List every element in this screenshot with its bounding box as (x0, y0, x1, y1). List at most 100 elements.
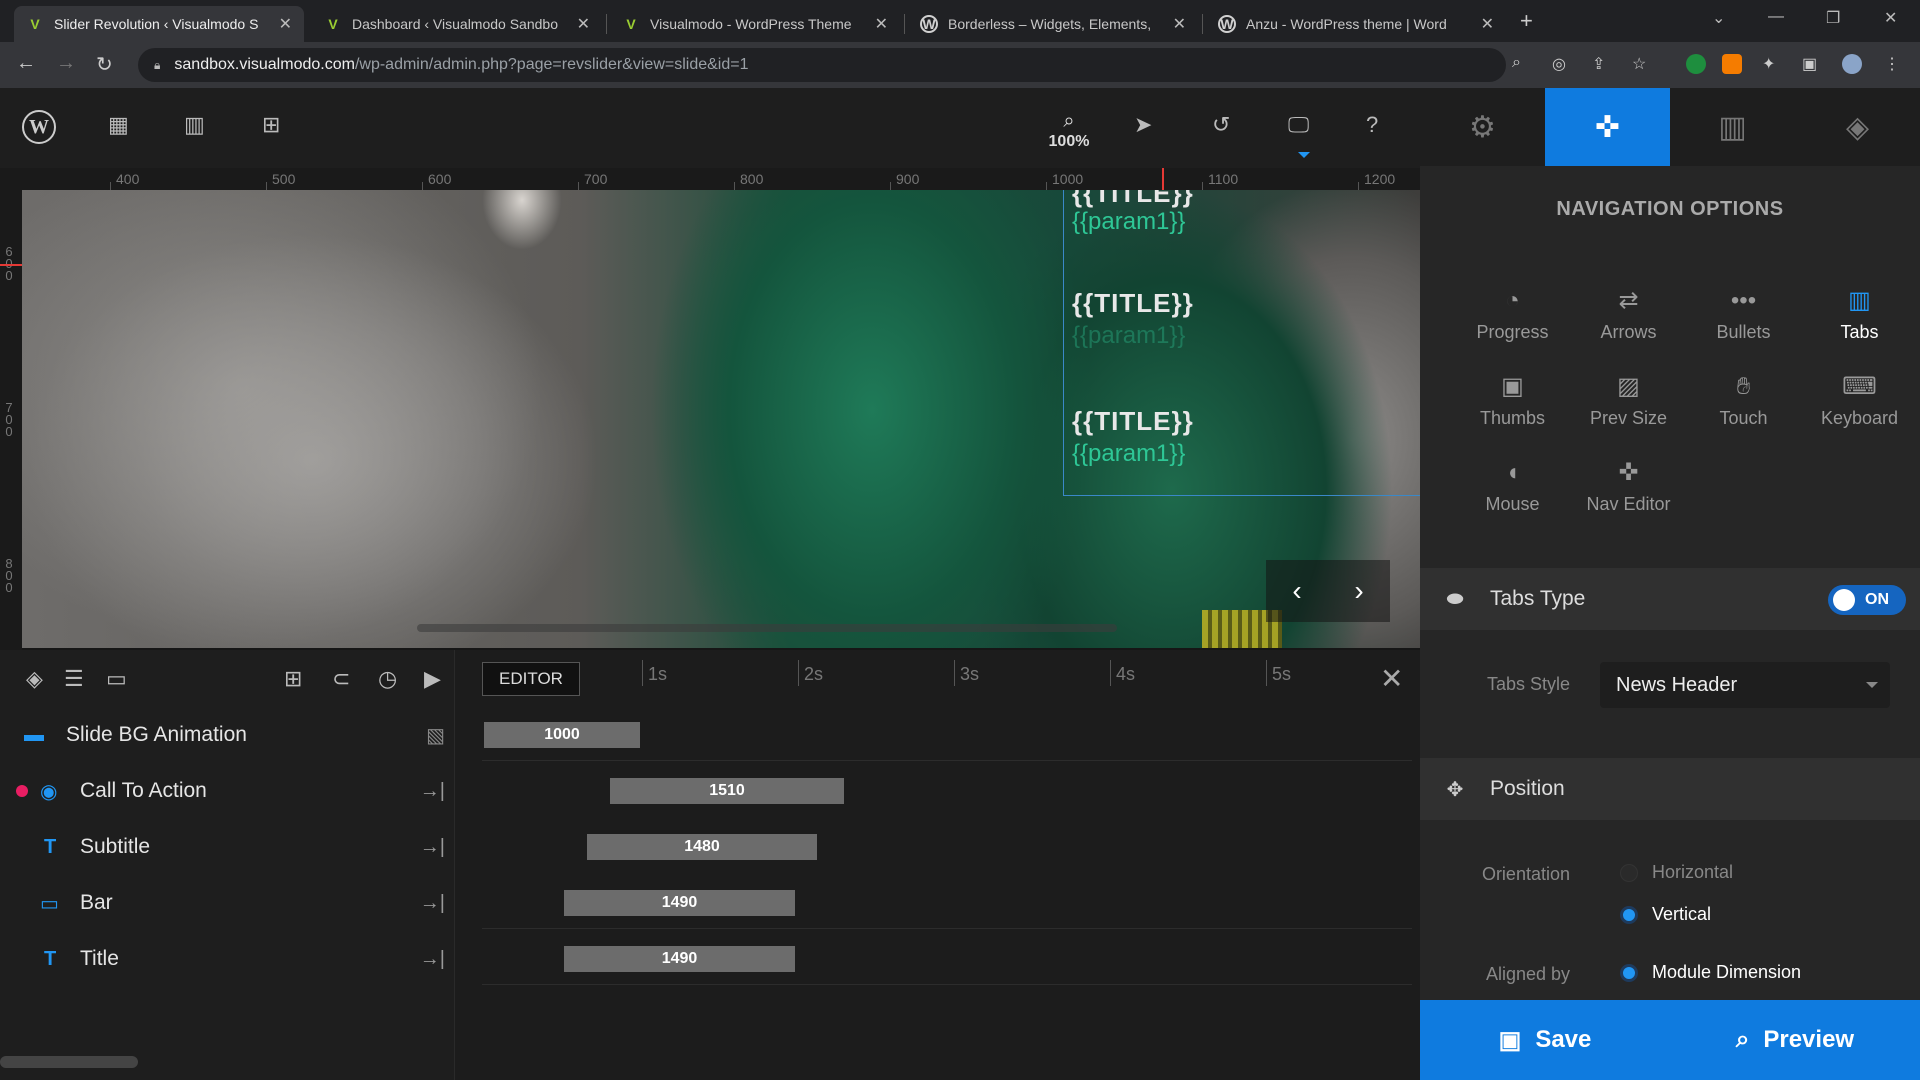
tab-param-text[interactable]: {{param1}} (1072, 322, 1185, 350)
close-icon[interactable]: ✕ (1380, 662, 1403, 695)
option-nav-editor[interactable]: ✜ Nav Editor (1571, 456, 1686, 515)
chevron-right-icon[interactable]: › (1354, 575, 1363, 607)
minimize-icon[interactable]: — (1768, 8, 1784, 26)
option-touch[interactable]: ✋︎ Touch (1686, 370, 1801, 429)
profile-avatar[interactable] (1842, 54, 1862, 74)
magnet-icon[interactable]: ⊂ (332, 666, 350, 692)
tabs-type-toggle[interactable]: ON (1828, 585, 1906, 615)
mouse-icon: ◖ (1505, 459, 1520, 486)
play-icon[interactable]: ▶ (424, 666, 441, 692)
timeline-bar[interactable]: 1510 (610, 778, 844, 804)
browser-tab-5[interactable]: W Anzu - WordPress theme | Word ✕ (1206, 6, 1506, 42)
desktop-device-icon[interactable]: 🖵 (1288, 112, 1309, 138)
browser-tab-1[interactable]: V Slider Revolution ‹ Visualmodo S ✕ (14, 6, 304, 42)
zoom-control[interactable]: ⌕ 100% (1044, 110, 1094, 151)
canvas-scrollbar[interactable] (417, 624, 1117, 632)
option-tabs[interactable]: ▥ Tabs (1802, 284, 1917, 343)
position-header[interactable]: ✥ Position (1420, 758, 1920, 820)
reload-icon[interactable]: ↻ (96, 52, 113, 77)
add-layer-icon[interactable]: ⊞ (262, 112, 280, 138)
horizontal-scrollbar[interactable] (0, 1056, 138, 1068)
option-mouse[interactable]: ◖ Mouse (1455, 456, 1570, 515)
pointer-icon[interactable]: ➤ (1134, 112, 1152, 138)
editor-toolbar: W ▦ ▥ ⊞ ⌕ 100% ➤ ↺ 🖵 ? (0, 88, 1420, 168)
layer-row[interactable]: ▭ Bar →| (0, 876, 455, 930)
eye-off-icon[interactable]: ◎ (1552, 54, 1566, 74)
radio-horizontal[interactable] (1620, 864, 1638, 882)
url-input[interactable]: 🔒︎ sandbox.visualmodo.com/wp-admin/admin… (138, 48, 1506, 82)
tab-slide-options[interactable]: ▥ (1670, 88, 1795, 166)
new-tab-icon[interactable]: + (1520, 8, 1533, 34)
extension-icon[interactable] (1722, 54, 1742, 74)
timeline-bar[interactable]: 1480 (587, 834, 817, 860)
expand-arrow-icon[interactable]: →| (420, 780, 445, 803)
tab-param-text[interactable]: {{param1}} (1072, 208, 1185, 236)
option-arrows[interactable]: ⇄ Arrows (1571, 284, 1686, 343)
expand-arrow-icon[interactable]: →| (420, 892, 445, 915)
undo-icon[interactable]: ↺ (1212, 112, 1230, 138)
stopwatch-icon[interactable]: ◷ (378, 666, 397, 692)
browser-tab-4[interactable]: W Borderless – Widgets, Elements, ✕ (908, 6, 1198, 42)
wordpress-logo-icon[interactable]: W (22, 110, 56, 144)
tab-title-text[interactable]: {{TITLE}} (1072, 288, 1194, 319)
tab-search-icon[interactable]: ⌄ (1712, 8, 1725, 28)
back-icon[interactable]: ← (16, 52, 36, 75)
grid-icon[interactable]: ▦ (108, 112, 129, 138)
timeline-bar[interactable]: 1490 (564, 890, 795, 916)
close-tab-icon[interactable]: ✕ (577, 14, 590, 34)
close-window-icon[interactable]: ✕ (1884, 8, 1897, 28)
list-icon[interactable]: ☰ (64, 666, 84, 692)
chevron-left-icon[interactable]: ‹ (1292, 575, 1301, 607)
bookmark-star-icon[interactable]: ☆ (1632, 54, 1646, 74)
slide-canvas[interactable]: {{TITLE}} {{param1}} {{TITLE}} {{param1}… (22, 190, 1420, 648)
expand-arrow-icon[interactable]: →| (420, 948, 445, 971)
layer-row[interactable]: ◉ Call To Action →| (0, 764, 455, 818)
radio-module-dimension[interactable] (1620, 964, 1638, 982)
expand-arrow-icon[interactable]: →| (420, 836, 445, 859)
layer-row[interactable]: T Title →| (0, 932, 455, 986)
option-thumbs[interactable]: ▣ Thumbs (1455, 370, 1570, 429)
editor-button[interactable]: EDITOR (482, 662, 580, 696)
puzzle-icon[interactable]: ✦ (1762, 54, 1775, 74)
help-icon[interactable]: ? (1366, 112, 1378, 138)
tabs-style-select[interactable]: News Header (1600, 662, 1890, 708)
close-tab-icon[interactable]: ✕ (279, 14, 292, 34)
zoom-icon[interactable]: ⌕ (1512, 54, 1521, 72)
browser-tab-3[interactable]: V Visualmodo - WordPress Theme ✕ (610, 6, 900, 42)
tab-slider-settings[interactable]: ⚙ (1420, 88, 1545, 166)
option-keyboard[interactable]: ⌨ Keyboard (1802, 370, 1917, 429)
tab-navigation[interactable]: ✜ (1545, 88, 1670, 166)
close-tab-icon[interactable]: ✕ (1481, 14, 1494, 34)
tab-param-text[interactable]: {{param1}} (1072, 440, 1185, 468)
maximize-icon[interactable]: ❐ (1826, 8, 1840, 28)
timeline-bar[interactable]: 1000 (484, 722, 640, 748)
menu-kebab-icon[interactable]: ⋮ (1884, 54, 1900, 74)
close-tab-icon[interactable]: ✕ (875, 14, 888, 34)
forward-icon[interactable]: → (56, 52, 76, 75)
grid-snap-icon[interactable]: ⊞ (284, 666, 302, 692)
save-button[interactable]: ▣ Save (1420, 1000, 1670, 1080)
ruler-label: 1100 (1208, 171, 1239, 187)
layer-row[interactable]: T Subtitle →| (0, 820, 455, 874)
tab-title-text[interactable]: {{TITLE}} (1072, 406, 1194, 437)
option-prev-size[interactable]: ▨ Prev Size (1571, 370, 1686, 429)
image-icon[interactable]: ▧ (426, 723, 445, 748)
tab-title-text[interactable]: {{TITLE}} (1072, 190, 1194, 209)
option-bullets[interactable]: ••• Bullets (1686, 284, 1801, 343)
preview-button[interactable]: ⌕ Preview (1670, 1000, 1920, 1080)
tab-layer-options[interactable]: ◈ (1795, 88, 1920, 166)
radio-vertical[interactable] (1620, 906, 1638, 924)
layers-icon[interactable]: ◈ (26, 666, 43, 692)
ruler-tick (1202, 182, 1203, 190)
close-tab-icon[interactable]: ✕ (1173, 14, 1186, 34)
tabs-type-header[interactable]: ⬬ Tabs Type ON (1420, 568, 1920, 630)
option-progress[interactable]: ◔ Progress (1455, 284, 1570, 343)
grammarly-extension-icon[interactable] (1686, 54, 1706, 74)
browser-tab-2[interactable]: V Dashboard ‹ Visualmodo Sandbo ✕ (312, 6, 602, 42)
layer-row[interactable]: ▬ Slide BG Animation ▧ (0, 708, 455, 762)
slides-icon[interactable]: ▥ (184, 112, 205, 138)
share-icon[interactable]: ⇪ (1592, 54, 1605, 74)
timeline-bar[interactable]: 1490 (564, 946, 795, 972)
sidepanel-icon[interactable]: ▣ (1802, 54, 1817, 74)
folder-icon[interactable]: ▭ (106, 666, 127, 692)
